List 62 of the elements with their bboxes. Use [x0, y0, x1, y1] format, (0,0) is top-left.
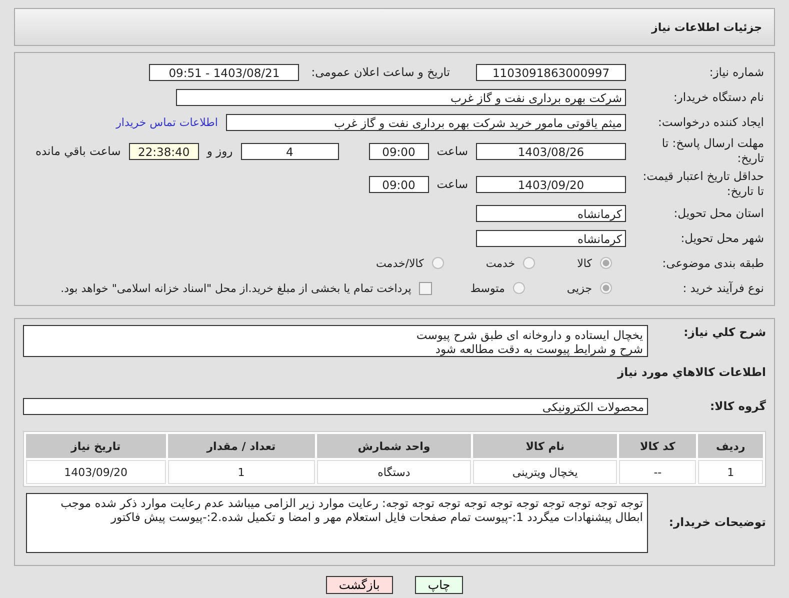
- table-cell: --: [619, 460, 696, 484]
- remaining-label: ساعت باقي مانده: [36, 144, 121, 158]
- column-header: کد کالا: [619, 434, 696, 458]
- radio-label: جزیی: [566, 282, 592, 294]
- checkbox-label: پرداخت تمام یا بخشی از مبلغ خرید.از محل "اسناد خزانه اسلامی" خواهد بود.: [60, 282, 412, 294]
- table-cell: یخچال ویترینی: [473, 460, 618, 484]
- deadline-time-field: 09:00: [368, 142, 429, 160]
- validity-time-field: 09:00: [368, 176, 429, 192]
- back-button[interactable]: بازگشت: [326, 576, 393, 594]
- buyer-org-field: شرکت بهره برداری نفت و گاز غرب: [176, 88, 626, 106]
- creator-field: میثم یاقوتی مامور خرید شرکت بهره برداری نفت و گاز غرب: [226, 114, 626, 130]
- buyer-notes-box: توجه توجه توجه توجه توجه توجه توجه توجه توجه توجه: رعایت موارد زیر الزامی میباشد عدم رعایت موارد ذکر شده موجب ابطال پیشنهادات میگردد 1:-پیوست تمام صفحات فایل استعلام مهر و امضا و تکمیل شده.2:-پیوست پیش فاکتور: [26, 493, 648, 553]
- time-label: ساعت: [436, 177, 468, 191]
- field-label: گروه کالا:: [709, 398, 766, 414]
- field-label: نوع فرآیند خرید :: [682, 280, 764, 296]
- table-cell: دستگاه: [316, 460, 472, 484]
- field-label: شرح کلي نياز:: [682, 325, 766, 340]
- field-label: استان محل تحویل:: [672, 206, 764, 220]
- days-field: 4: [240, 142, 339, 160]
- field-label: حداقل تاریخ اعتبار قیمت: تا تاریخ:: [642, 169, 764, 199]
- field-label: نام دستگاه خریدار:: [672, 90, 764, 104]
- days-label: روز و: [206, 144, 233, 158]
- column-header: تعداد / مقدار: [168, 434, 315, 458]
- need-number-field: 1103091863000997: [476, 64, 626, 80]
- radio-button[interactable]: [600, 257, 612, 269]
- remaining-time-field: 22:38:40: [128, 142, 199, 160]
- province-field: کرمانشاه: [476, 204, 626, 222]
- radio-label: کالا/خدمت: [376, 256, 424, 270]
- radio-label: متوسط: [470, 282, 505, 294]
- radio-label: خدمت: [486, 256, 516, 270]
- column-header: واحد شمارش: [316, 434, 472, 458]
- radio-button[interactable]: [512, 282, 525, 294]
- column-header: ردیف: [698, 434, 763, 458]
- field-label: شهر محل تحویل:: [680, 230, 764, 246]
- section-title: اطلاعات کالاهاي مورد نياز: [616, 365, 766, 379]
- field-label: شماره نیاز:: [708, 64, 764, 80]
- validity-date-field: 1403/09/20: [476, 176, 626, 192]
- column-header: نام کالا: [473, 434, 618, 458]
- city-field: کرمانشاه: [476, 230, 626, 246]
- goods-group-field: محصولات الکترونیکی: [23, 398, 648, 414]
- description-line: یخچال ایستاده و داروخانه ای طبق شرح پیوست: [415, 328, 643, 342]
- buyer-contact-link[interactable]: اطلاعات تماس خریدار: [116, 116, 218, 128]
- checkbox[interactable]: [419, 282, 432, 294]
- radio-label: کالا: [577, 256, 592, 270]
- column-header: تاریخ نیاز: [26, 434, 166, 458]
- field-label: طبقه بندی موضوعی:: [661, 256, 764, 270]
- deadline-date-field: 1403/08/26: [476, 142, 626, 160]
- page-title: جزئیات اطلاعات نیاز: [652, 20, 762, 34]
- radio-button[interactable]: [432, 257, 444, 269]
- field-label: مهلت ارسال پاسخ: تا تاریخ:: [660, 136, 764, 166]
- table-cell: 1: [698, 460, 763, 484]
- field-label: تاریخ و ساعت اعلان عمومی:: [311, 65, 450, 79]
- radio-button[interactable]: [523, 257, 536, 269]
- field-label: توضیحات خریدار:: [668, 515, 766, 530]
- description-line: شرح و شرایط پیوست به دقت مطالعه شود: [434, 342, 643, 356]
- print-button[interactable]: چاپ: [414, 576, 464, 594]
- announce-date-field: 1403/08/21 - 09:51: [149, 64, 300, 80]
- field-label: ایجاد کننده درخواست:: [657, 114, 764, 130]
- radio-button[interactable]: [600, 282, 612, 294]
- table-cell: 1403/09/20: [26, 460, 166, 484]
- time-label: ساعت: [436, 144, 468, 158]
- table-cell: 1: [168, 460, 315, 484]
